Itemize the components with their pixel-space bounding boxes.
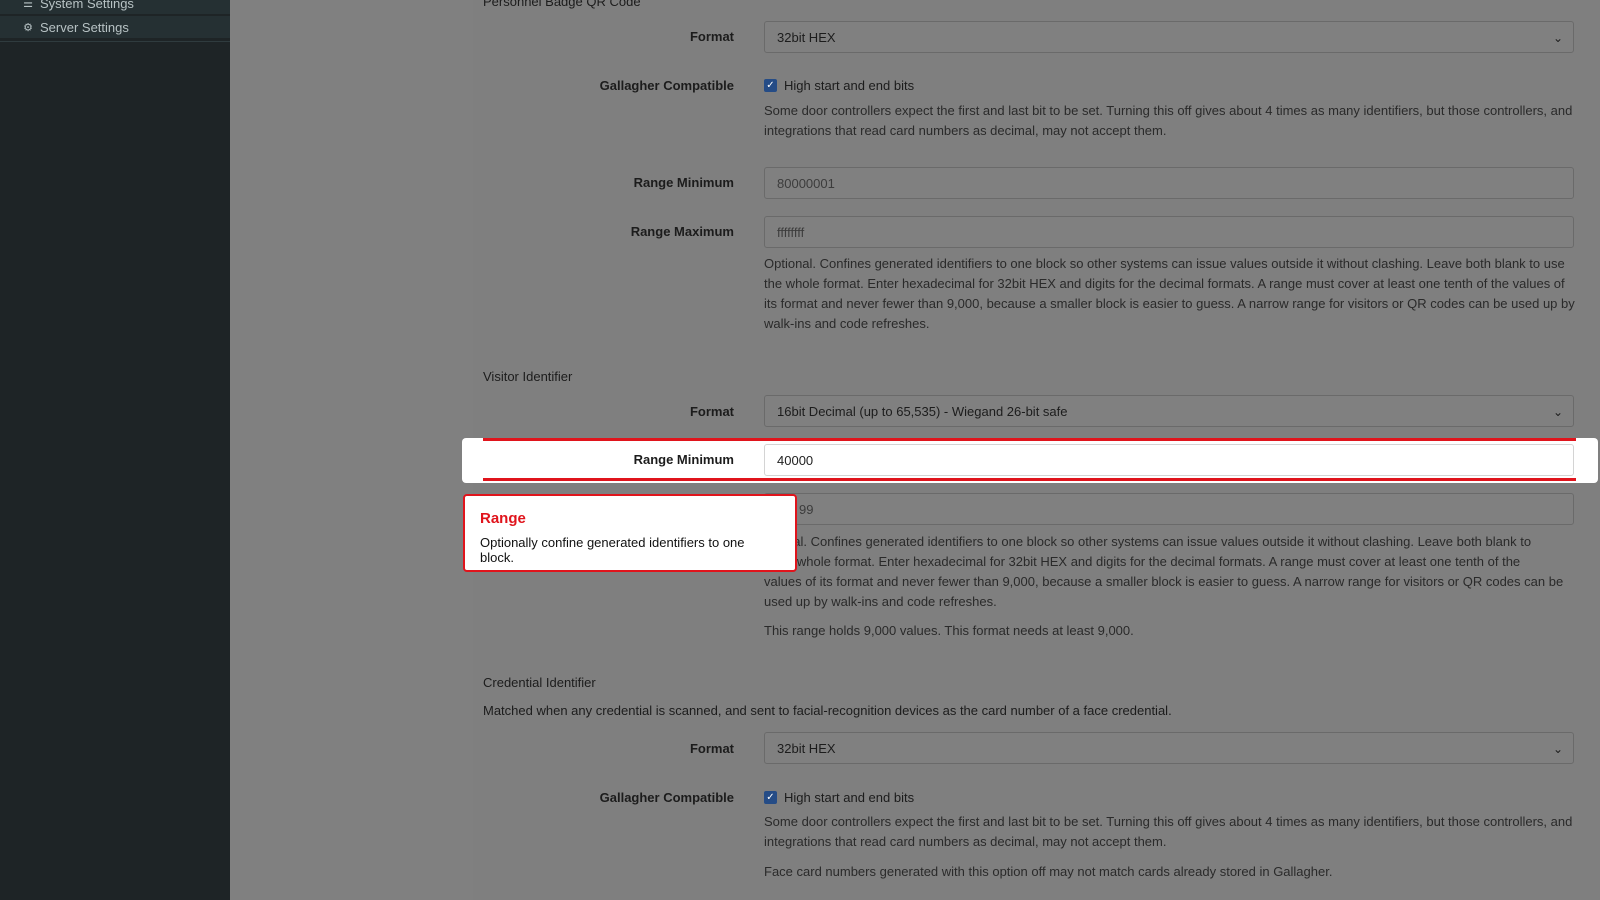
range-tooltip: Range Optionally confine generated ident… xyxy=(463,494,797,572)
sidebar-divider xyxy=(0,41,230,42)
input-placeholder: ffffffff xyxy=(777,224,805,240)
help-line: nal. Confines generated identifiers to o… xyxy=(786,534,1532,549)
checkbox-checked-icon[interactable]: ✓ xyxy=(764,791,777,804)
server-gear-icon: ⚙ xyxy=(23,21,33,34)
range-minimum-label: Range Minimum xyxy=(633,175,734,190)
format-label: Format xyxy=(689,741,734,756)
checkbox-label: High start and end bits xyxy=(784,790,915,805)
sliders-icon: ☰ xyxy=(23,0,33,10)
personnel-qr-gallagher-checkbox[interactable]: ✓ High start and end bits xyxy=(764,78,914,93)
select-value: 16bit Decimal (up to 65,535) - Wiegand 2… xyxy=(777,403,1068,419)
credential-format-select[interactable]: 32bit HEX ⌄ xyxy=(764,732,1574,764)
highlight-border-top xyxy=(483,438,1576,441)
section-title-credential: Credential Identifier xyxy=(483,675,596,690)
format-label: Format xyxy=(689,29,734,44)
personnel-qr-range-min-input[interactable]: 80000001 xyxy=(764,167,1574,199)
sidebar-item-server-settings[interactable]: ⚙ Server Settings xyxy=(0,16,230,38)
help-line: e whole format. Enter hexadecimal for 32… xyxy=(786,554,1521,569)
input-placeholder: 80000001 xyxy=(777,175,835,191)
range-status-text: This range holds 9,000 values. This form… xyxy=(764,623,1134,638)
checkbox-checked-icon[interactable]: ✓ xyxy=(764,79,777,92)
personnel-qr-range-max-input[interactable]: ffffffff xyxy=(764,216,1574,248)
tooltip-title: Range xyxy=(480,510,526,527)
credential-description: Matched when any credential is scanned, … xyxy=(483,703,1172,718)
chevron-down-icon: ⌄ xyxy=(1552,405,1563,419)
visitor-range-max-input[interactable]: 99 xyxy=(764,493,1574,525)
face-note-text: Face card numbers generated with this op… xyxy=(764,864,1333,879)
visitor-range-help-text: nal. Confines generated identifiers to o… xyxy=(764,532,1576,612)
help-line: used up by walk-ins and code refreshes. xyxy=(764,594,997,609)
section-title-visitor: Visitor Identifier xyxy=(483,369,573,384)
input-value: 40000 xyxy=(777,452,814,468)
sidebar-item-label: System Settings xyxy=(40,0,134,11)
checkbox-label: High start and end bits xyxy=(784,78,915,93)
range-minimum-label: Range Minimum xyxy=(633,452,734,467)
chevron-down-icon: ⌄ xyxy=(1552,31,1563,45)
range-help-text: Optional. Confines generated identifiers… xyxy=(764,256,1575,331)
section-title-personnel-qr: Personnel Badge QR Code xyxy=(483,0,641,9)
personnel-qr-format-select[interactable]: 32bit HEX ⌄ xyxy=(764,21,1574,53)
sidebar-item-label: Server Settings xyxy=(40,19,129,35)
format-label: Format xyxy=(689,404,734,419)
select-value: 32bit HEX xyxy=(777,29,836,45)
help-line: values of its format and never fewer tha… xyxy=(764,574,1564,589)
sidebar: ☰ System Settings ⚙ Server Settings xyxy=(0,0,230,900)
select-value: 32bit HEX xyxy=(777,740,836,756)
gallagher-help-text: Some door controllers expect the first a… xyxy=(764,103,1573,138)
credential-gallagher-checkbox[interactable]: ✓ High start and end bits xyxy=(764,790,914,805)
highlight-border-bottom xyxy=(483,478,1576,481)
chevron-down-icon: ⌄ xyxy=(1552,742,1563,756)
gallagher-label: Gallagher Compatible xyxy=(599,78,734,93)
visitor-format-select[interactable]: 16bit Decimal (up to 65,535) - Wiegand 2… xyxy=(764,395,1574,427)
visitor-range-min-input[interactable]: 40000 xyxy=(764,444,1574,476)
gallagher-help-text: Some door controllers expect the first a… xyxy=(764,814,1573,849)
gallagher-label: Gallagher Compatible xyxy=(599,790,734,805)
tooltip-body: Optionally confine generated identifiers… xyxy=(480,535,745,565)
range-maximum-label: Range Maximum xyxy=(630,224,734,239)
sidebar-item-system-settings[interactable]: ☰ System Settings xyxy=(0,0,230,14)
